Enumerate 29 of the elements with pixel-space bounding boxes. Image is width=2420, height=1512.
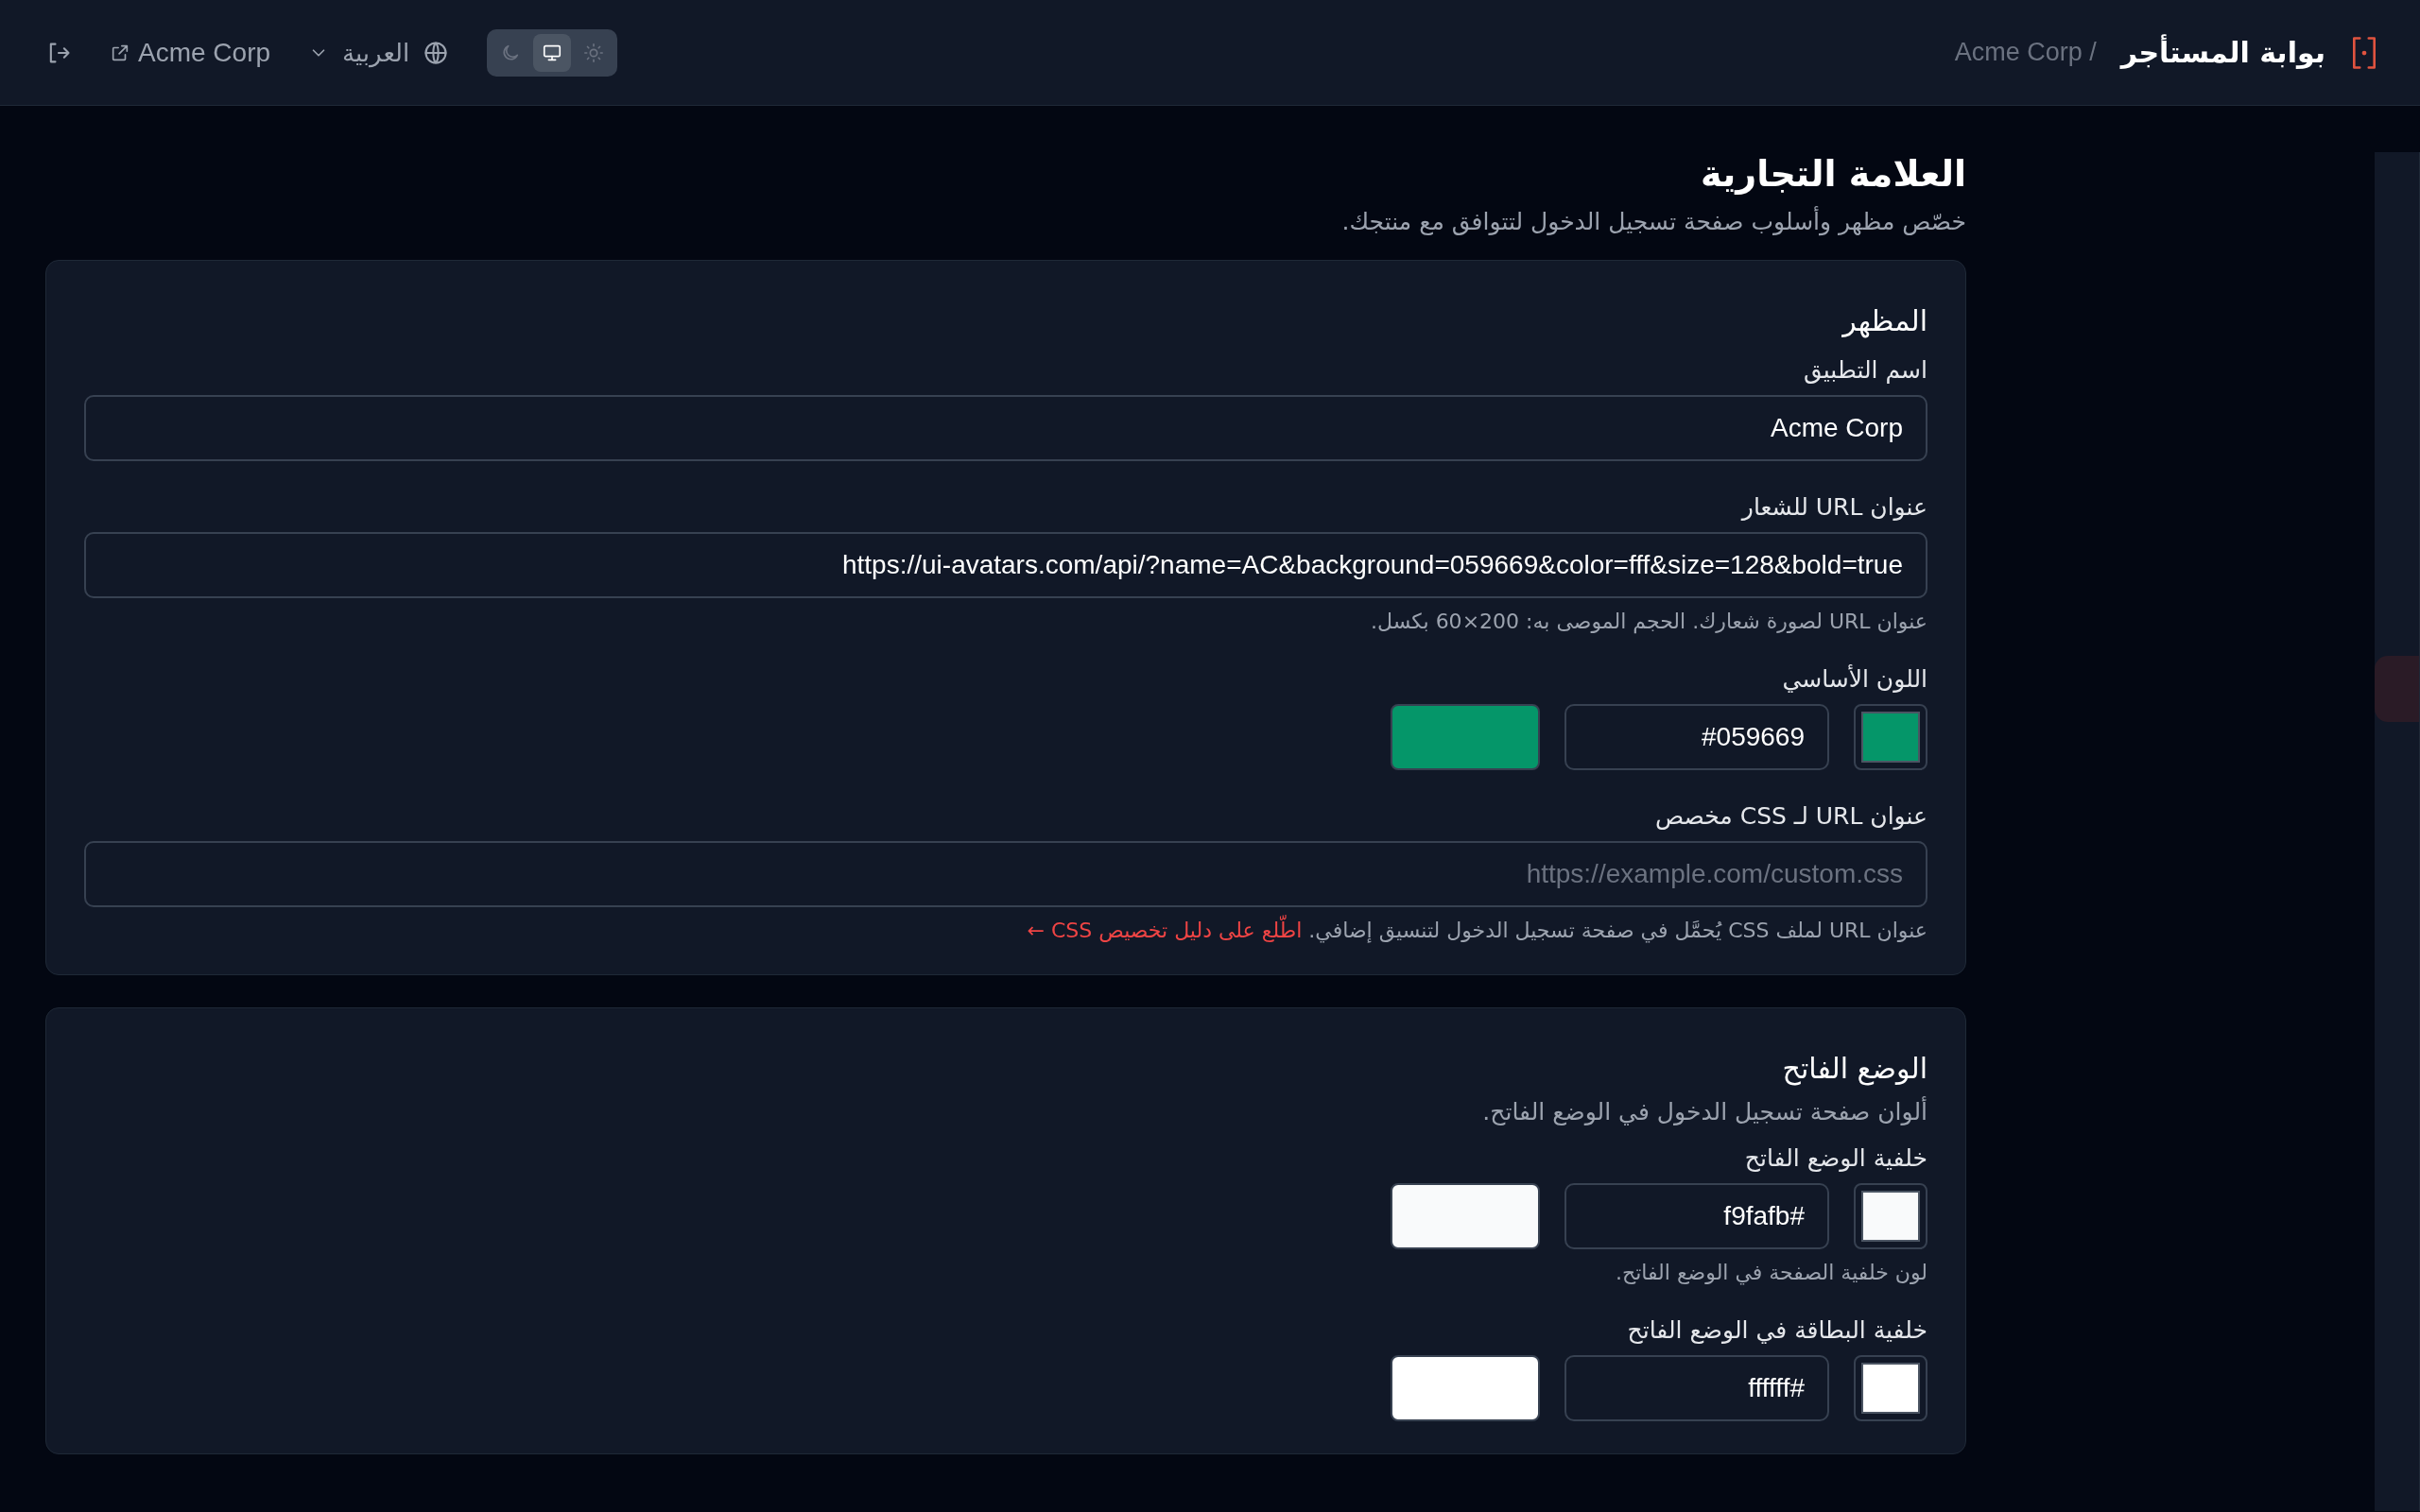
language-select[interactable]: العربية bbox=[308, 38, 450, 67]
color-picker[interactable] bbox=[1854, 704, 1927, 770]
field-label: اللون الأساسي bbox=[1781, 665, 1927, 693]
hex-field[interactable]: #ffffff bbox=[1564, 1355, 1829, 1421]
card-title: المظهر bbox=[1841, 304, 1927, 337]
field-label: خلفية الوضع الفاتح bbox=[1743, 1144, 1927, 1172]
theme-button[interactable] bbox=[533, 33, 572, 72]
help-text: عنوان URL لصورة شعارك. الحجم الموصى به: 200×60 بكسل. bbox=[1370, 610, 1927, 633]
help-text: لون خلفية الصفحة في الوضع الفاتح. bbox=[1614, 1261, 1927, 1284]
sun-icon bbox=[583, 42, 605, 63]
field-label: عنوان URL لـ CSS مخصص bbox=[1653, 802, 1927, 830]
page-subtitle: خصّص مظهر وأسلوب صفحة تسجيل الدخول لتتوافق مع منتجك. bbox=[1340, 208, 1966, 235]
field-label: خلفية البطاقة في الوضع الفاتح bbox=[1626, 1316, 1927, 1344]
input-field[interactable]: Acme Corp bbox=[84, 395, 1927, 461]
field-label: اسم التطبيق bbox=[1802, 356, 1927, 384]
card-subtitle: ألوان صفحة تسجيل الدخول في الوضع الفاتح. bbox=[1481, 1098, 1927, 1125]
color-picker[interactable] bbox=[1854, 1355, 1927, 1421]
hex-field[interactable]: #f9fafb bbox=[1564, 1183, 1829, 1249]
app-title: بوابة المستأجر bbox=[2120, 36, 2325, 69]
page-title: العلامة التجارية bbox=[1699, 153, 1966, 195]
field-label: عنوان URL للشعار bbox=[1739, 493, 1927, 521]
card-title: الوضع الفاتح bbox=[1781, 1052, 1927, 1085]
hex-field[interactable]: #059669 bbox=[1564, 704, 1829, 770]
input-field[interactable]: https://ui-avatars.com/api/?name=AC&background=059669&color=fff&size=128&bold=true bbox=[84, 532, 1927, 598]
tenant-link[interactable]: Acme Corp bbox=[110, 37, 271, 68]
color-picker[interactable] bbox=[1854, 1183, 1927, 1249]
tenant-name: / Acme Corp bbox=[1954, 38, 2097, 67]
logo-icon bbox=[2350, 34, 2378, 71]
input-field[interactable]: https://example.com/custom.css bbox=[84, 841, 1927, 907]
